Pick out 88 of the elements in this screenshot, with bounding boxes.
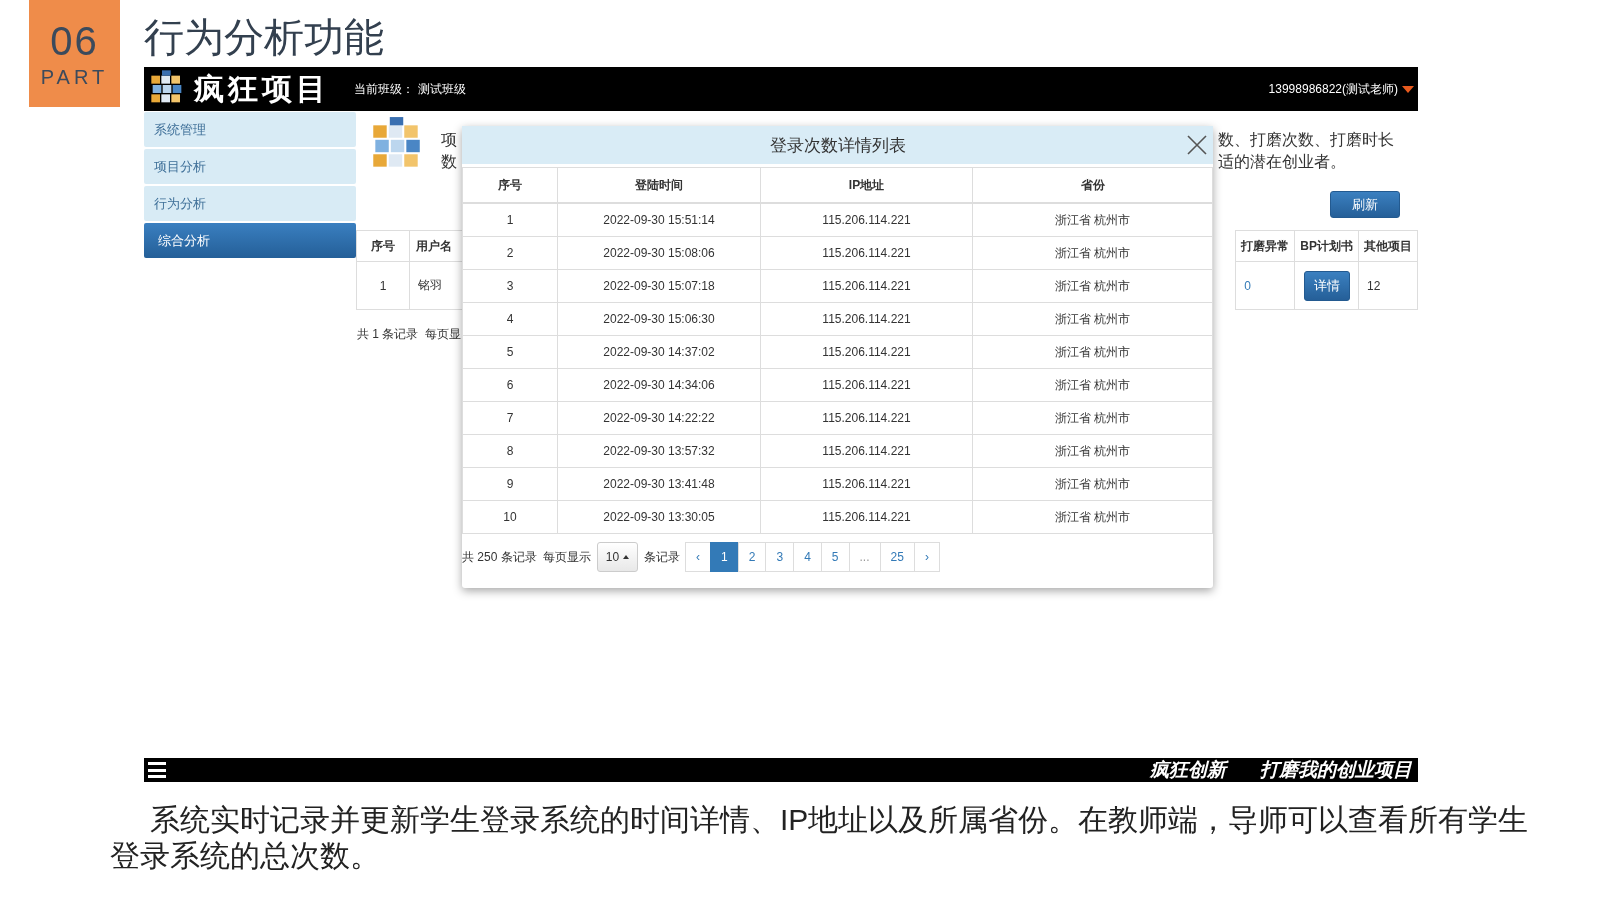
table-cell: 2022-09-30 13:57:32 (557, 434, 761, 468)
table-cell: 115.206.114.221 (760, 467, 973, 501)
menu-icon[interactable] (148, 762, 166, 778)
column-header: BP计划书 (1294, 230, 1359, 262)
column-header: IP地址 (760, 167, 973, 203)
table-cell: 浙江省 杭州市 (972, 368, 1213, 402)
sidebar-item[interactable]: 项目分析 (144, 149, 356, 184)
table-cell: 8 (462, 434, 558, 468)
table-cell: 浙江省 杭州市 (972, 467, 1213, 501)
modal-title: 登录次数详情列表 (769, 134, 906, 157)
refresh-button[interactable]: 刷新 (1330, 191, 1400, 218)
table-cell: 115.206.114.221 (760, 203, 973, 237)
next-page-button[interactable]: › (913, 542, 940, 572)
record-count: 共 1 条记录 每页显 (357, 326, 462, 343)
sidebar-item[interactable]: 系统管理 (144, 112, 356, 147)
table-cell: 115.206.114.221 (760, 236, 973, 270)
table-cell: 115.206.114.221 (760, 500, 973, 534)
caret-icon (623, 555, 630, 559)
page-button[interactable]: 3 (765, 542, 795, 572)
table-cell: 浙江省 杭州市 (972, 434, 1213, 468)
table-cell: 2022-09-30 15:07:18 (557, 269, 761, 303)
table-cell: 1 (462, 203, 558, 237)
close-icon[interactable] (1187, 135, 1207, 155)
table-cell: 2022-09-30 15:06:30 (557, 302, 761, 336)
table-cell: 3 (462, 269, 558, 303)
intro-text: 适的潜在创业者。 (1218, 152, 1347, 172)
table-cell: 浙江省 杭州市 (972, 401, 1213, 435)
table-cell: 2022-09-30 14:37:02 (557, 335, 761, 369)
table-cell: 115.206.114.221 (760, 434, 973, 468)
per-page-dropdown[interactable]: 10 (596, 542, 639, 572)
page-ellipsis: ... (848, 542, 881, 572)
table-cell: 115.206.114.221 (760, 368, 973, 402)
table-cell: 浙江省 杭州市 (972, 269, 1213, 303)
per-page-label: 每页显示 (542, 548, 591, 566)
table-cell: 9 (462, 467, 558, 501)
intro-text: 项 (441, 130, 458, 150)
table-cell: 10 (462, 500, 558, 534)
table-cell: 115.206.114.221 (760, 269, 973, 303)
column-header: 登陆时间 (557, 167, 761, 203)
per-page-suffix: 条记录 (644, 548, 681, 566)
table-cell: 2 (462, 236, 558, 270)
page-button[interactable]: 25 (879, 542, 915, 572)
slogan-text: 打磨我的创业项目 (1260, 758, 1412, 782)
page-button[interactable]: 2 (737, 542, 767, 572)
class-name: 测试班级 (418, 80, 466, 98)
column-header: 序号 (462, 167, 558, 203)
sidebar-item[interactable]: 行为分析 (144, 186, 356, 221)
intro-text: 数 (441, 152, 458, 172)
details-button[interactable]: 详情 (1303, 270, 1350, 301)
table-cell: 2022-09-30 14:22:22 (557, 401, 761, 435)
table-cell: 5 (462, 335, 558, 369)
table-cell: 12 (1358, 261, 1418, 310)
table-cell: 6 (462, 368, 558, 402)
column-header: 其他项目 (1358, 230, 1418, 262)
table-cell: 浙江省 杭州市 (972, 236, 1213, 270)
slide-title: 行为分析功能 (144, 14, 385, 61)
table-cell: 2022-09-30 13:41:48 (557, 467, 761, 501)
sidebar-item[interactable]: 综合分析 (144, 223, 356, 258)
table-cell: 2022-09-30 15:08:06 (557, 236, 761, 270)
intro-text: 数、打磨次数、打磨时长 (1218, 130, 1395, 150)
record-count: 共 250 条记录 (462, 548, 537, 566)
logo-text: 疯狂项目 (194, 70, 330, 107)
count-link[interactable]: 0 (1244, 278, 1251, 293)
table-cell: 浙江省 杭州市 (972, 203, 1213, 237)
page-button[interactable]: 5 (820, 542, 850, 572)
caret-icon[interactable] (1402, 85, 1414, 93)
table-cell: 浙江省 杭州市 (972, 302, 1213, 336)
table-cell: 4 (462, 302, 558, 336)
table-cell: 2022-09-30 13:30:05 (557, 500, 761, 534)
column-header: 序号 (356, 230, 410, 262)
table-cell: 115.206.114.221 (760, 335, 973, 369)
table-cell: 2022-09-30 14:34:06 (557, 368, 761, 402)
table-cell: 2022-09-30 15:51:14 (557, 203, 761, 237)
table-cell: 7 (462, 401, 558, 435)
part-label: PART (40, 64, 109, 90)
table-cell: 浙江省 杭州市 (972, 500, 1213, 534)
page-button[interactable]: 1 (710, 542, 739, 572)
page-button[interactable]: 4 (793, 542, 822, 572)
table-cell: 115.206.114.221 (760, 401, 973, 435)
user-menu[interactable]: 13998986822(测试老师) (1268, 80, 1398, 98)
class-label: 当前班级： (354, 80, 414, 98)
part-number: 06 (50, 17, 99, 64)
table-cell: 浙江省 杭州市 (972, 335, 1213, 369)
caption-text: 系统实时记录并更新学生登录系统的时间详情、IP地址以及所属省份。在教师端，导师可以查看所有学生登录系统的总次数。 (110, 802, 1530, 874)
table-cell: 115.206.114.221 (760, 302, 973, 336)
table-cell: 1 (356, 261, 410, 310)
column-header: 打磨异常 (1235, 230, 1295, 262)
column-header: 省份 (972, 167, 1213, 203)
